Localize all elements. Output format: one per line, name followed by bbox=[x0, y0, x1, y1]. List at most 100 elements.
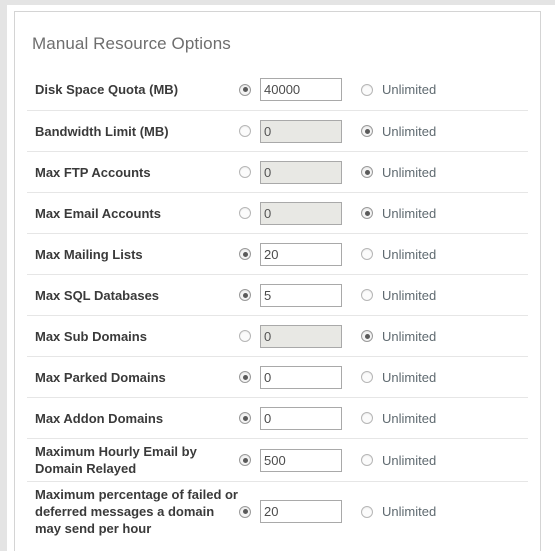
unlimited-label-max-ftp-accounts: Unlimited bbox=[382, 164, 437, 180]
radio-specific-value-max-addon-domains[interactable] bbox=[239, 412, 251, 424]
unlimited-cell-max-mailing-lists: Unlimited bbox=[352, 247, 436, 262]
unlimited-option-max-ftp-accounts[interactable]: Unlimited bbox=[361, 165, 436, 180]
resource-row-max-sub-domains: Max Sub Domains Unlimited bbox=[27, 315, 528, 356]
unlimited-cell-bandwidth-limit-mb: Unlimited bbox=[352, 124, 436, 139]
unlimited-label-max-parked-domains: Unlimited bbox=[382, 369, 437, 385]
unlimited-label-max-sub-domains: Unlimited bbox=[382, 328, 437, 344]
unlimited-cell-max-ftp-accounts: Unlimited bbox=[352, 165, 436, 180]
row-label-max-mailing-lists: Max Mailing Lists bbox=[35, 246, 143, 262]
page-title: Manual Resource Options bbox=[32, 34, 231, 53]
unlimited-cell-maximum-percentage-of-failed-or-deferred-message: Unlimited bbox=[352, 504, 436, 519]
input-max-ftp-accounts[interactable] bbox=[260, 160, 342, 184]
input-disk-space-quota-mb[interactable] bbox=[260, 78, 342, 101]
radio-unlimited-max-parked-domains[interactable] bbox=[361, 371, 373, 383]
unlimited-cell-disk-space-quota-mb: Unlimited bbox=[352, 82, 436, 97]
unlimited-cell-max-parked-domains: Unlimited bbox=[352, 370, 436, 385]
unlimited-cell-max-sql-databases: Unlimited bbox=[352, 288, 436, 303]
resource-row-max-sql-databases: Max SQL Databases Unlimited bbox=[27, 274, 528, 315]
resource-row-max-mailing-lists: Max Mailing Lists Unlimited bbox=[27, 233, 528, 274]
radio-unlimited-max-mailing-lists[interactable] bbox=[361, 248, 373, 260]
radio-unlimited-disk-space-quota-mb[interactable] bbox=[361, 83, 373, 96]
input-bandwidth-limit-mb[interactable] bbox=[260, 119, 342, 143]
input-max-parked-domains[interactable] bbox=[260, 365, 342, 389]
row-label-max-sql-databases: Max SQL Databases bbox=[35, 287, 160, 303]
unlimited-option-max-email-accounts[interactable]: Unlimited bbox=[361, 206, 436, 221]
resource-row-bandwidth-limit-mb: Bandwidth Limit (MB) Unlimited bbox=[27, 110, 528, 151]
value-cell-max-sub-domains bbox=[239, 324, 352, 348]
row-label-max-email-accounts: Max Email Accounts bbox=[35, 205, 161, 221]
resource-row-max-email-accounts: Max Email Accounts Unlimited bbox=[27, 192, 528, 233]
unlimited-label-disk-space-quota-mb: Unlimited bbox=[382, 82, 437, 97]
row-label-max-addon-domains: Max Addon Domains bbox=[35, 410, 164, 426]
unlimited-label-max-mailing-lists: Unlimited bbox=[382, 246, 437, 262]
manual-resource-options-panel: Manual Resource Options Disk Space Quota… bbox=[14, 11, 541, 551]
resource-row-maximum-percentage-of-failed-or-deferred-message: Maximum percentage of failed or deferred… bbox=[27, 481, 528, 541]
radio-specific-value-bandwidth-limit-mb[interactable] bbox=[239, 125, 251, 137]
radio-specific-value-max-email-accounts[interactable] bbox=[239, 207, 251, 219]
radio-unlimited-max-sub-domains[interactable] bbox=[361, 330, 373, 342]
unlimited-option-max-parked-domains[interactable]: Unlimited bbox=[361, 370, 436, 385]
radio-specific-value-max-sql-databases[interactable] bbox=[239, 289, 251, 301]
unlimited-label-bandwidth-limit-mb: Unlimited bbox=[382, 123, 437, 139]
value-cell-max-parked-domains bbox=[239, 365, 352, 389]
row-label-max-parked-domains: Max Parked Domains bbox=[35, 369, 166, 385]
unlimited-cell-max-addon-domains: Unlimited bbox=[352, 411, 436, 426]
value-cell-maximum-percentage-of-failed-or-deferred-message bbox=[239, 500, 352, 523]
radio-unlimited-max-email-accounts[interactable] bbox=[361, 207, 373, 219]
input-maximum-percentage-of-failed-or-deferred-message[interactable] bbox=[260, 500, 342, 523]
unlimited-option-max-mailing-lists[interactable]: Unlimited bbox=[361, 247, 436, 262]
unlimited-option-max-sql-databases[interactable]: Unlimited bbox=[361, 288, 436, 303]
unlimited-option-maximum-hourly-email-by-domain-relayed[interactable]: Unlimited bbox=[361, 453, 436, 468]
value-cell-max-sql-databases bbox=[239, 283, 352, 307]
radio-unlimited-max-sql-databases[interactable] bbox=[361, 289, 373, 301]
unlimited-label-max-sql-databases: Unlimited bbox=[382, 287, 437, 303]
radio-specific-value-maximum-percentage-of-failed-or-deferred-message[interactable] bbox=[239, 505, 251, 518]
unlimited-label-max-email-accounts: Unlimited bbox=[382, 205, 437, 221]
radio-unlimited-bandwidth-limit-mb[interactable] bbox=[361, 125, 373, 137]
radio-unlimited-maximum-hourly-email-by-domain-relayed[interactable] bbox=[361, 454, 373, 466]
resource-row-max-parked-domains: Max Parked Domains Unlimited bbox=[27, 356, 528, 397]
input-max-sql-databases[interactable] bbox=[260, 283, 342, 307]
resource-row-disk-space-quota-mb: Disk Space Quota (MB) Unlimited bbox=[27, 69, 528, 110]
unlimited-option-maximum-percentage-of-failed-or-deferred-message[interactable]: Unlimited bbox=[361, 504, 436, 519]
input-max-sub-domains[interactable] bbox=[260, 324, 342, 348]
unlimited-label-maximum-hourly-email-by-domain-relayed: Unlimited bbox=[382, 452, 437, 468]
resource-row-max-addon-domains: Max Addon Domains Unlimited bbox=[27, 397, 528, 438]
value-cell-disk-space-quota-mb bbox=[239, 78, 352, 101]
radio-specific-value-max-sub-domains[interactable] bbox=[239, 330, 251, 342]
row-label-max-sub-domains: Max Sub Domains bbox=[35, 328, 147, 344]
screen: Manual Resource Options Disk Space Quota… bbox=[0, 0, 555, 551]
radio-specific-value-max-parked-domains[interactable] bbox=[239, 371, 251, 383]
unlimited-cell-maximum-hourly-email-by-domain-relayed: Unlimited bbox=[352, 453, 436, 468]
value-cell-bandwidth-limit-mb bbox=[239, 119, 352, 143]
unlimited-option-bandwidth-limit-mb[interactable]: Unlimited bbox=[361, 124, 436, 139]
radio-unlimited-max-addon-domains[interactable] bbox=[361, 412, 373, 424]
unlimited-option-disk-space-quota-mb[interactable]: Unlimited bbox=[361, 82, 436, 97]
input-max-mailing-lists[interactable] bbox=[260, 242, 342, 266]
value-cell-max-email-accounts bbox=[239, 201, 352, 225]
unlimited-cell-max-email-accounts: Unlimited bbox=[352, 206, 436, 221]
input-max-addon-domains[interactable] bbox=[260, 406, 342, 430]
unlimited-option-max-addon-domains[interactable]: Unlimited bbox=[361, 411, 436, 426]
unlimited-label-max-addon-domains: Unlimited bbox=[382, 410, 437, 426]
radio-unlimited-max-ftp-accounts[interactable] bbox=[361, 166, 373, 178]
row-label-maximum-percentage-of-failed-or-deferred-message: Maximum percentage of failed or deferred… bbox=[35, 487, 238, 536]
radio-specific-value-max-ftp-accounts[interactable] bbox=[239, 166, 251, 178]
radio-unlimited-maximum-percentage-of-failed-or-deferred-message[interactable] bbox=[361, 505, 373, 518]
resource-row-max-ftp-accounts: Max FTP Accounts Unlimited bbox=[27, 151, 528, 192]
value-cell-max-mailing-lists bbox=[239, 242, 352, 266]
input-max-email-accounts[interactable] bbox=[260, 201, 342, 225]
input-maximum-hourly-email-by-domain-relayed[interactable] bbox=[260, 448, 342, 472]
unlimited-option-max-sub-domains[interactable]: Unlimited bbox=[361, 329, 436, 344]
row-label-max-ftp-accounts: Max FTP Accounts bbox=[35, 164, 151, 180]
unlimited-cell-max-sub-domains: Unlimited bbox=[352, 329, 436, 344]
radio-specific-value-max-mailing-lists[interactable] bbox=[239, 248, 251, 260]
resource-row-maximum-hourly-email-by-domain-relayed: Maximum Hourly Email by Domain Relayed Un… bbox=[27, 438, 528, 481]
unlimited-label-maximum-percentage-of-failed-or-deferred-message: Unlimited bbox=[382, 504, 437, 519]
row-label-bandwidth-limit-mb: Bandwidth Limit (MB) bbox=[35, 123, 169, 139]
value-cell-max-addon-domains bbox=[239, 406, 352, 430]
row-label-disk-space-quota-mb: Disk Space Quota (MB) bbox=[35, 82, 179, 97]
value-cell-maximum-hourly-email-by-domain-relayed bbox=[239, 448, 352, 472]
radio-specific-value-maximum-hourly-email-by-domain-relayed[interactable] bbox=[239, 454, 251, 466]
radio-specific-value-disk-space-quota-mb[interactable] bbox=[239, 83, 251, 96]
